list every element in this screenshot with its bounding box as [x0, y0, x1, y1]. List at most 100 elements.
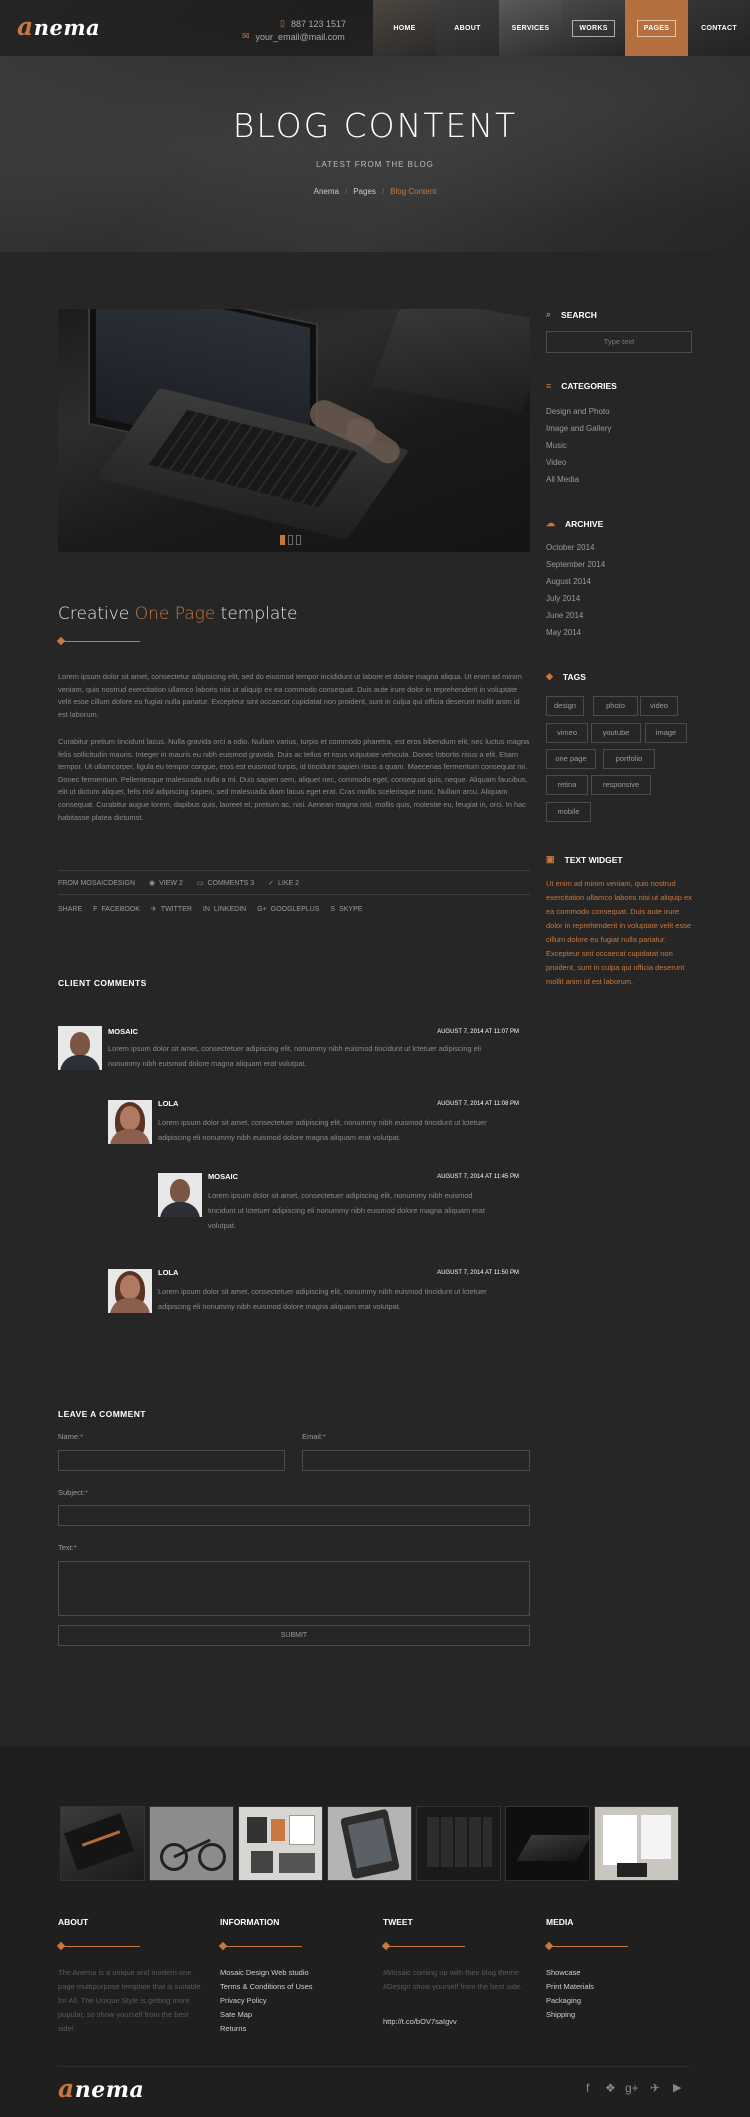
slider-dot[interactable] [280, 535, 285, 545]
footer-media-link[interactable]: Packaging [546, 1996, 581, 2005]
footer-media-link[interactable]: Showcase [546, 1968, 581, 1977]
footer-divider [546, 1946, 628, 1947]
post-paragraph-1: Lorem ipsum dolor sit amet, consectetur … [58, 672, 522, 719]
facebook-icon: f [93, 905, 98, 913]
youtube-icon[interactable]: ▶ [673, 2081, 681, 2094]
share-twitter[interactable]: ✈ TWITTER [151, 905, 192, 914]
share-facebook[interactable]: f FACEBOOK [93, 906, 140, 913]
footer-info-link[interactable]: Terms & Conditions of Uses [220, 1982, 313, 1991]
tag-link[interactable]: portfolio [603, 749, 655, 769]
tag-link[interactable]: mobile [546, 802, 591, 822]
comment-text: adipiscing eli nonummy nibh euismod dolo… [158, 1133, 401, 1142]
name-field[interactable] [58, 1450, 285, 1471]
subject-label: Subject:* [58, 1488, 89, 1497]
tag-link[interactable]: one page [546, 749, 596, 769]
hero-section: anema ▯ 887 123 1517 ✉ your_email@mail.c… [0, 0, 750, 252]
email-address[interactable]: your_email@mail.com [256, 32, 345, 42]
logo[interactable]: anema [17, 12, 100, 41]
nav-services[interactable]: SERVICES [499, 0, 562, 56]
gallery-thumb[interactable] [505, 1806, 590, 1881]
comment-text: adipiscing eli nonummy nibh euismod dolo… [158, 1302, 401, 1311]
tag-link[interactable]: video [640, 696, 678, 716]
tag-link[interactable]: youtube [591, 723, 641, 743]
slider-dot[interactable] [288, 535, 293, 545]
comment-date: AUGUST 7, 2014 AT 11:50 PM [437, 1270, 519, 1276]
footer-info-link[interactable]: Mosaic Design Web studio [220, 1968, 309, 1977]
post-paragraph-2: Curabitur pretium tincidunt lacus. Nulla… [58, 737, 530, 822]
search-input[interactable]: Type text [546, 331, 692, 353]
googleplus-icon: g+ [257, 905, 267, 913]
email-field[interactable] [302, 1450, 530, 1471]
nav-about[interactable]: ABOUT [436, 0, 499, 56]
category-link[interactable]: Design and Photo [546, 407, 610, 416]
footer-media-link[interactable]: Shipping [546, 2010, 575, 2019]
archive-link[interactable]: September 2014 [546, 560, 605, 569]
tag-link[interactable]: photo [593, 696, 638, 716]
post-title: Creative One Page template [58, 604, 298, 624]
archive-link[interactable]: July 2014 [546, 594, 580, 603]
post-image-slider[interactable] [58, 309, 530, 552]
page: anema ▯ 887 123 1517 ✉ your_email@mail.c… [0, 0, 750, 2117]
slider-dot[interactable] [296, 535, 301, 545]
footer-tweet-link[interactable]: http://t.co/bOV7saIgvv [383, 2017, 457, 2026]
post-author[interactable]: FROM MOSAICDESIGN [58, 880, 135, 887]
archive-link[interactable]: August 2014 [546, 577, 591, 586]
breadcrumb-home[interactable]: Anema [314, 187, 339, 196]
dropbox-icon[interactable]: ❖ [605, 2081, 616, 2095]
tag-link[interactable]: responsive [591, 775, 651, 795]
comment-text: Lorem ipsum dolor sit amet, consectetuer… [108, 1044, 482, 1053]
share-row: SHARE f FACEBOOK ✈ TWITTER in LINKEDIN g+ GO… [58, 905, 362, 914]
share-linkedin[interactable]: in LINKEDIN [203, 906, 246, 913]
comments-count[interactable]: ▭ COMMENTS 3 [196, 879, 254, 888]
tag-link[interactable]: vimeo [546, 723, 588, 743]
subject-field[interactable] [58, 1505, 530, 1526]
gallery-thumb[interactable] [60, 1806, 145, 1881]
tag-link[interactable]: design [546, 696, 584, 716]
square-icon: ▣ [546, 854, 555, 864]
category-link[interactable]: Video [546, 458, 566, 467]
skype-icon: S [330, 905, 336, 913]
gallery-thumb[interactable] [594, 1806, 679, 1881]
gallery-thumb[interactable] [238, 1806, 323, 1881]
googleplus-icon[interactable]: g+ [625, 2081, 639, 2095]
gallery-thumb[interactable] [149, 1806, 234, 1881]
archive-link[interactable]: June 2014 [546, 611, 583, 620]
category-link[interactable]: Music [546, 441, 567, 450]
archive-link[interactable]: October 2014 [546, 543, 594, 552]
page-title: BLOG CONTENT [232, 106, 518, 145]
category-link[interactable]: Image and Gallery [546, 424, 611, 433]
category-link[interactable]: All Media [546, 475, 579, 484]
comment-icon: ▭ [196, 880, 204, 887]
footer-info-link[interactable]: Privacy Policy [220, 1996, 267, 2005]
nav-pages[interactable]: PAGES [625, 0, 688, 56]
nav-home[interactable]: HOME [373, 0, 436, 56]
avatar [158, 1173, 202, 1217]
title-divider [58, 641, 140, 642]
footer-media-link[interactable]: Print Materials [546, 1982, 594, 1991]
submit-button[interactable]: SUBMIT [58, 1625, 530, 1646]
gallery-thumb[interactable] [416, 1806, 501, 1881]
archive-link[interactable]: May 2014 [546, 628, 581, 637]
text-widget-title: ▣ TEXT WIDGET [546, 854, 623, 865]
divider [58, 894, 530, 895]
comment-text: Lorem ipsum dolor sit amet, consectetuer… [158, 1118, 487, 1127]
comment-author: LOLA [158, 1099, 179, 1108]
tag-link[interactable]: retina [546, 775, 588, 795]
footer-logo[interactable]: anema [58, 2074, 144, 2103]
tag-link[interactable]: image [645, 723, 687, 743]
nav-works[interactable]: WORKS [562, 0, 625, 56]
search-title: ⌕ SEARCH [546, 309, 597, 320]
text-field[interactable] [58, 1561, 530, 1616]
like-count[interactable]: ✓ LIKE 2 [268, 879, 299, 888]
tag-icon: ◆ [546, 671, 553, 681]
footer-info-link[interactable]: Returns [220, 2024, 246, 2033]
nav-contact[interactable]: CONTACT [688, 0, 750, 56]
gallery-thumb[interactable] [327, 1806, 412, 1881]
facebook-icon[interactable]: f [586, 2081, 589, 2095]
share-googleplus[interactable]: g+ GOOGLEPLUS [257, 906, 319, 913]
comment-text: Lorem ipsum dolor sit amet, consectetuer… [208, 1191, 473, 1200]
breadcrumb-pages[interactable]: Pages [353, 187, 376, 196]
footer-info-link[interactable]: Sate Map [220, 2010, 252, 2019]
twitter-icon[interactable]: ✈ [650, 2081, 660, 2095]
share-skype[interactable]: S SKYPE [330, 906, 362, 913]
